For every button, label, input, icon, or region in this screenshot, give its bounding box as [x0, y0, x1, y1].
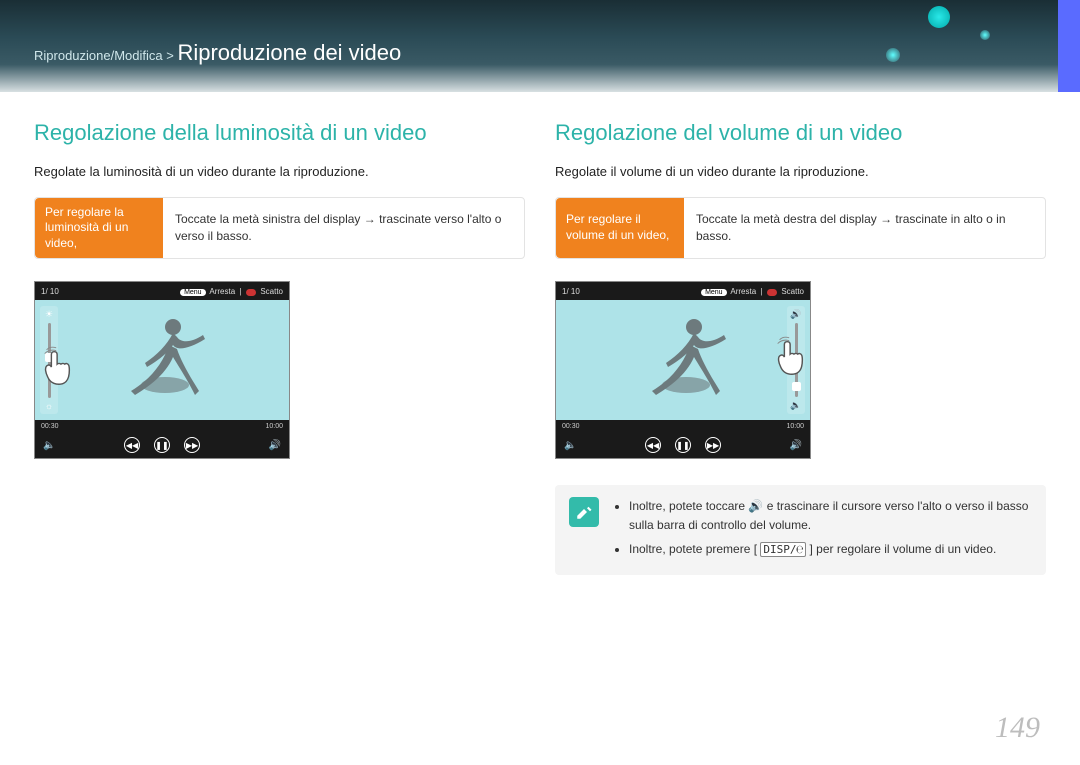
- dancer-illustration: [107, 305, 217, 405]
- section-desc: Regolate la luminosità di un video duran…: [34, 164, 525, 179]
- instruction-label: Per regolare il volume di un video,: [556, 198, 684, 258]
- instruction-row: Per regolare il volume di un video, Tocc…: [555, 197, 1046, 259]
- section-desc: Regolate il volume di un video durante l…: [555, 164, 1046, 179]
- note-item: Inoltre, potete toccare 🔊 e trascinare i…: [629, 497, 1032, 536]
- player-controls: 🔈 ◀◀ ❚❚ ▶▶ 🔊: [35, 432, 289, 458]
- pause-button[interactable]: ❚❚: [675, 437, 691, 453]
- topbar-right: Menu Arresta | Scatto: [180, 287, 283, 296]
- time-duration: 10:00: [265, 423, 283, 430]
- menu-chip: Menu: [180, 289, 206, 296]
- instruction-label: Per regolare la luminosità di un video,: [35, 198, 163, 258]
- clip-counter: 1/ 10: [41, 287, 59, 296]
- video-player-illustration: 1/ 10 Menu Arresta | Scatto 🔊 🔈: [555, 281, 811, 459]
- player-topbar: 1/ 10 Menu Arresta | Scatto: [556, 282, 810, 300]
- menu-chip: Menu: [701, 289, 727, 296]
- page-header: Riproduzione/Modifica > Riproduzione dei…: [0, 0, 1080, 92]
- decor-bokeh: [980, 30, 990, 40]
- dancer-illustration: [628, 305, 738, 405]
- video-player-illustration: 1/ 10 Menu Arresta | Scatto ☀ ☼: [34, 281, 290, 459]
- note-text: ] per regolare il volume di un video.: [810, 542, 997, 556]
- instruction-text: Toccate la metà destra del display → tra…: [684, 198, 1045, 258]
- note-box: Inoltre, potete toccare 🔊 e trascinare i…: [555, 485, 1046, 575]
- note-item: Inoltre, potete premere [ DISP/℮ ] per r…: [629, 540, 1032, 559]
- page-body: Regolazione della luminosità di un video…: [0, 92, 1080, 575]
- shoot-chip: [767, 289, 777, 296]
- section-volume: Regolazione del volume di un video Regol…: [555, 120, 1046, 575]
- decor-bokeh: [886, 48, 900, 62]
- touch-hand-icon: [37, 344, 83, 390]
- shoot-label: Scatto: [260, 287, 283, 296]
- clip-counter: 1/ 10: [562, 287, 580, 296]
- page-number: 149: [995, 711, 1040, 745]
- volume-icon[interactable]: 🔊: [790, 440, 802, 451]
- shoot-chip: [246, 289, 256, 296]
- volume-icon[interactable]: 🔊: [269, 440, 281, 451]
- player-topbar: 1/ 10 Menu Arresta | Scatto: [35, 282, 289, 300]
- pause-button[interactable]: ❚❚: [154, 437, 170, 453]
- shoot-label: Scatto: [781, 287, 804, 296]
- rewind-button[interactable]: ◀◀: [645, 437, 661, 453]
- topbar-right: Menu Arresta | Scatto: [701, 287, 804, 296]
- breadcrumb-prefix: Riproduzione/Modifica >: [34, 48, 177, 63]
- brightness-low-icon: ☼: [45, 401, 53, 411]
- stop-label: Arresta: [730, 287, 756, 296]
- forward-button[interactable]: ▶▶: [705, 437, 721, 453]
- disp-button-label: DISP/℮: [760, 542, 806, 557]
- progress-bar: 00:30 10:00: [35, 420, 289, 432]
- section-title: Regolazione della luminosità di un video: [34, 120, 525, 146]
- player-controls: 🔈 ◀◀ ❚❚ ▶▶ 🔊: [556, 432, 810, 458]
- breadcrumb-title: Riproduzione dei video: [177, 40, 401, 65]
- slider-knob[interactable]: [792, 382, 801, 391]
- note-list: Inoltre, potete toccare 🔊 e trascinare i…: [613, 497, 1032, 563]
- forward-button[interactable]: ▶▶: [184, 437, 200, 453]
- pen-note-icon: [569, 497, 599, 527]
- volume-high-icon: 🔊: [790, 309, 801, 320]
- instruction-text: Toccate la metà sinistra del display → t…: [163, 198, 524, 258]
- note-text: Inoltre, potete toccare: [629, 499, 748, 513]
- player-screen: ☀ ☼: [35, 300, 289, 420]
- stop-label: Arresta: [209, 287, 235, 296]
- section-brightness: Regolazione della luminosità di un video…: [34, 120, 525, 575]
- note-text: Inoltre, potete premere [: [629, 542, 757, 556]
- progress-bar: 00:30 10:00: [556, 420, 810, 432]
- rewind-button[interactable]: ◀◀: [124, 437, 140, 453]
- decor-bokeh: [928, 6, 950, 28]
- time-current: 00:30: [562, 423, 580, 430]
- time-current: 00:30: [41, 423, 59, 430]
- touch-hand-icon: [770, 334, 816, 380]
- time-duration: 10:00: [786, 423, 804, 430]
- brightness-high-icon: ☀: [45, 309, 53, 320]
- section-title: Regolazione del volume di un video: [555, 120, 1046, 146]
- player-screen: 🔊 🔈: [556, 300, 810, 420]
- volume-mute-icon[interactable]: 🔈: [564, 440, 576, 451]
- speaker-inline-icon: 🔊: [748, 497, 763, 516]
- volume-mute-icon[interactable]: 🔈: [43, 440, 55, 451]
- instruction-row: Per regolare la luminosità di un video, …: [34, 197, 525, 259]
- volume-low-icon: 🔈: [790, 400, 801, 411]
